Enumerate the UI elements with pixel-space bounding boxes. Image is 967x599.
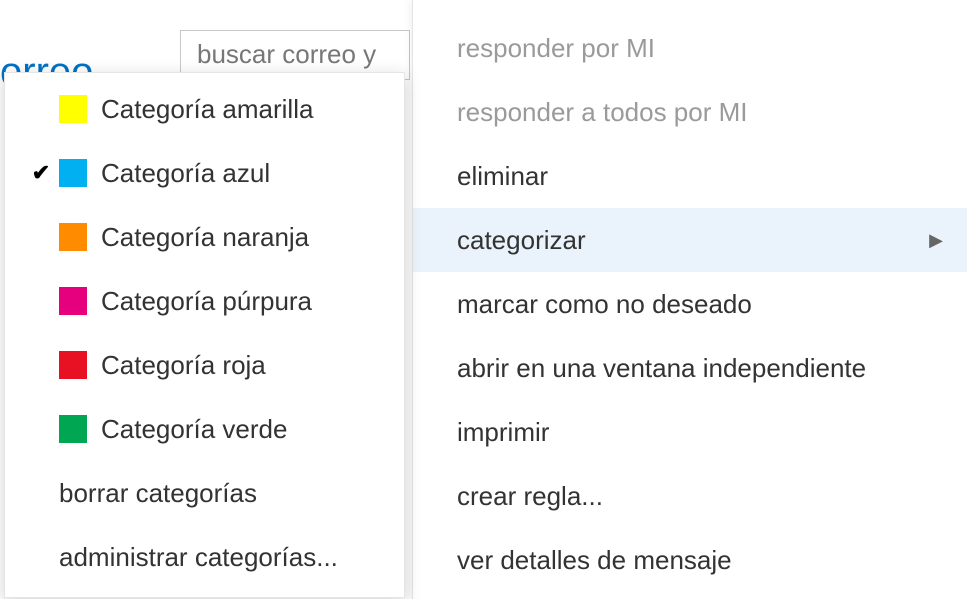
clear-categories[interactable]: borrar categorías (5, 461, 404, 525)
color-swatch-icon (59, 95, 87, 123)
menu-item-responder-a-todos-por-mi: responder a todos por MI (413, 80, 967, 144)
manage-categories-label: administrar categorías... (59, 542, 338, 573)
menu-item-label: eliminar (457, 161, 548, 192)
category-item-categor-a-p-rpura[interactable]: Categoría púrpura (5, 269, 404, 333)
clear-categories-label: borrar categorías (59, 478, 257, 509)
manage-categories[interactable]: administrar categorías... (5, 525, 404, 589)
menu-item-label: responder por MI (457, 33, 655, 64)
menu-item-ver-detalles-de-mensaje[interactable]: ver detalles de mensaje (413, 528, 967, 592)
category-label: Categoría roja (101, 350, 266, 381)
menu-item-marcar-como-no-deseado[interactable]: marcar como no deseado (413, 272, 967, 336)
category-label: Categoría amarilla (101, 94, 313, 125)
color-swatch-icon (59, 415, 87, 443)
menu-item-label: imprimir (457, 417, 549, 448)
menu-item-abrir-en-una-ventana-independiente[interactable]: abrir en una ventana independiente (413, 336, 967, 400)
color-swatch-icon (59, 351, 87, 379)
submenu-arrow-icon: ▶ (929, 230, 943, 251)
menu-item-label: responder a todos por MI (457, 97, 748, 128)
color-swatch-icon (59, 223, 87, 251)
check-icon: ✔ (27, 160, 55, 186)
color-swatch-icon (59, 159, 87, 187)
category-label: Categoría verde (101, 414, 287, 445)
menu-item-label: abrir en una ventana independiente (457, 353, 866, 384)
category-item-categor-a-naranja[interactable]: Categoría naranja (5, 205, 404, 269)
category-item-categor-a-azul[interactable]: ✔ Categoría azul (5, 141, 404, 205)
menu-item-imprimir[interactable]: imprimir (413, 400, 967, 464)
menu-item-eliminar[interactable]: eliminar (413, 144, 967, 208)
context-menu: responder por MI responder a todos por MI… (412, 0, 967, 599)
menu-item-responder-por-mi: responder por MI (413, 16, 967, 80)
category-item-categor-a-amarilla[interactable]: Categoría amarilla (5, 77, 404, 141)
category-label: Categoría azul (101, 158, 270, 189)
category-item-categor-a-verde[interactable]: Categoría verde (5, 397, 404, 461)
menu-item-label: categorizar (457, 225, 586, 256)
category-label: Categoría naranja (101, 222, 309, 253)
menu-item-label: crear regla... (457, 481, 603, 512)
category-item-categor-a-roja[interactable]: Categoría roja (5, 333, 404, 397)
menu-item-categorizar[interactable]: categorizar ▶ (413, 208, 967, 272)
category-label: Categoría púrpura (101, 286, 312, 317)
menu-item-label: ver detalles de mensaje (457, 545, 732, 576)
categorize-submenu: Categoría amarilla ✔ Categoría azul Categor… (4, 72, 405, 598)
menu-item-crear-regla[interactable]: crear regla... (413, 464, 967, 528)
menu-item-label: marcar como no deseado (457, 289, 752, 320)
color-swatch-icon (59, 287, 87, 315)
